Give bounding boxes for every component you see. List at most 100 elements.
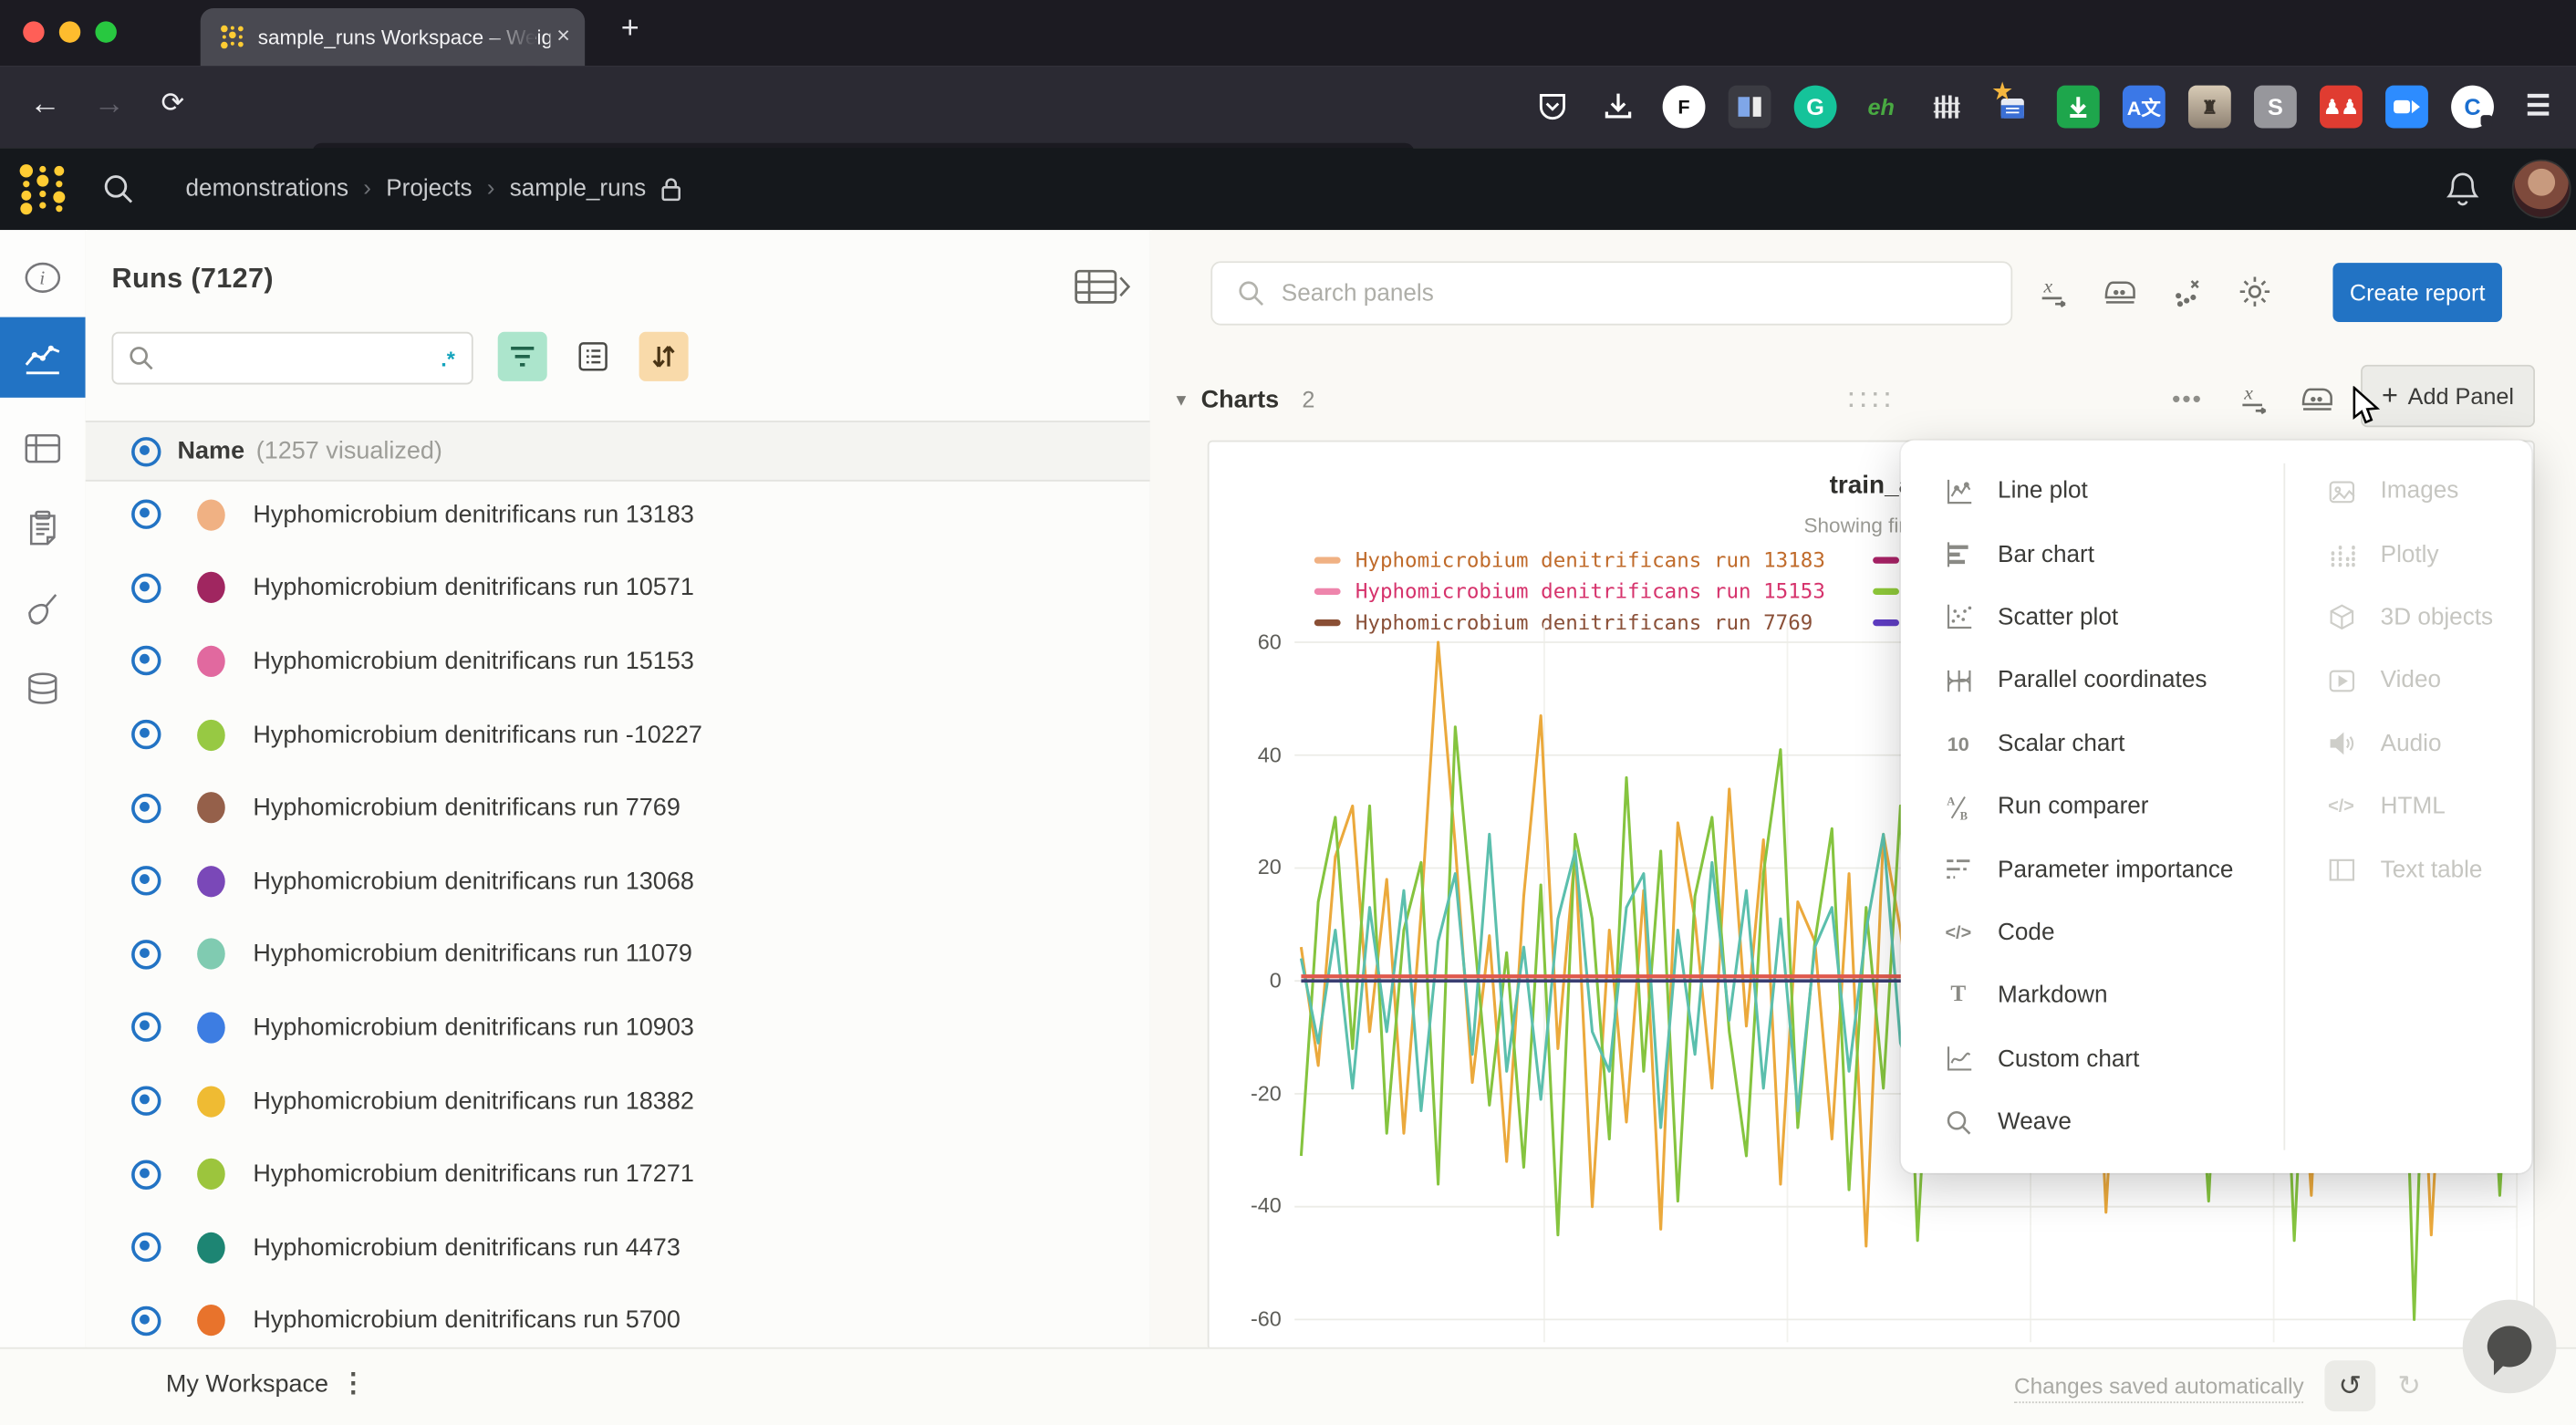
run-row[interactable]: Hyphomicrobium denitrificans run 13068 <box>86 845 1150 918</box>
menu-item-parallel-coordinates[interactable]: Parallel coordinates <box>1901 650 2284 712</box>
run-visibility-eye-icon[interactable] <box>131 793 161 822</box>
filter-button[interactable] <box>498 332 547 381</box>
mac-minimize-button[interactable] <box>59 21 80 42</box>
run-name[interactable]: Hyphomicrobium denitrificans run -10227 <box>253 721 702 749</box>
menu-item-weave[interactable]: Weave <box>1901 1091 2284 1154</box>
new-tab-button[interactable]: + <box>621 12 639 48</box>
chat-support-button[interactable] <box>2463 1300 2557 1394</box>
menu-item-line-plot[interactable]: Line plot <box>1901 460 2284 523</box>
eh-extension-icon[interactable]: eh <box>1860 86 1903 129</box>
pocket-extension-icon[interactable] <box>1532 86 1574 129</box>
outliers-icon[interactable] <box>2172 276 2205 308</box>
workspace-name[interactable]: My Workspace <box>166 1370 328 1399</box>
download-extension-icon[interactable] <box>1597 86 1640 129</box>
workspace-settings-gear-icon[interactable] <box>2238 275 2272 309</box>
run-visibility-eye-icon[interactable] <box>131 1306 161 1336</box>
run-name[interactable]: Hyphomicrobium denitrificans run 7769 <box>253 794 680 822</box>
runs-search-input[interactable]: .* <box>111 332 473 385</box>
rail-reports-item[interactable] <box>0 488 86 568</box>
undo-button[interactable]: ↺ <box>2324 1360 2375 1411</box>
translate-extension-icon[interactable]: A文 <box>2123 86 2166 129</box>
smoothing-iron-icon[interactable] <box>2103 276 2139 308</box>
run-name[interactable]: Hyphomicrobium denitrificans run 5700 <box>253 1306 680 1335</box>
menu-item-parameter-importance[interactable]: Parameter importance <box>1901 838 2284 901</box>
video-call-extension-icon[interactable] <box>2385 86 2428 129</box>
run-name[interactable]: Hyphomicrobium denitrificans run 13183 <box>253 501 694 529</box>
menu-item-bar-chart[interactable]: Bar chart <box>1901 523 2284 586</box>
menu-item-code[interactable]: </>Code <box>1901 901 2284 964</box>
run-row[interactable]: Hyphomicrobium denitrificans run 11079 <box>86 918 1150 991</box>
run-visibility-eye-icon[interactable] <box>131 1160 161 1189</box>
rail-table-item[interactable] <box>0 408 86 488</box>
sort-button[interactable] <box>639 332 689 381</box>
create-report-button[interactable]: Create report <box>2332 263 2502 322</box>
stamp-extension-icon[interactable]: ♜ <box>2188 86 2231 129</box>
legend-entry[interactable]: Hyphomicrobium denitrificans run 13183 <box>1314 544 1825 575</box>
group-button[interactable] <box>568 332 618 381</box>
menu-item-run-comparer[interactable]: ABRun comparer <box>1901 775 2284 838</box>
header-search-icon[interactable] <box>102 172 135 205</box>
reload-button[interactable]: ⟳ <box>161 87 184 120</box>
run-visibility-eye-icon[interactable] <box>131 500 161 529</box>
section-x-axis-icon[interactable]: x <box>2238 383 2270 416</box>
run-row[interactable]: Hyphomicrobium denitrificans run -10227 <box>86 698 1150 771</box>
menu-item-scatter-plot[interactable]: Scatter plot <box>1901 587 2284 650</box>
section-title[interactable]: Charts <box>1201 385 1280 413</box>
browser-tab[interactable]: sample_runs Workspace – Weig × <box>201 8 585 66</box>
run-row[interactable]: Hyphomicrobium denitrificans run 10571 <box>86 551 1150 624</box>
run-row[interactable]: Hyphomicrobium denitrificans run 10903 <box>86 991 1150 1064</box>
section-drag-handle[interactable]: ········ <box>1848 388 1896 411</box>
run-name[interactable]: Hyphomicrobium denitrificans run 15153 <box>253 648 694 676</box>
legend-entry[interactable]: Hyphomicrobium denitrificans run 15153 <box>1314 575 1825 606</box>
run-visibility-eye-icon[interactable] <box>131 1013 161 1042</box>
s-app-extension-icon[interactable]: S <box>2254 86 2297 129</box>
run-row[interactable]: Hyphomicrobium denitrificans run 13183 <box>86 478 1150 551</box>
run-row[interactable]: Hyphomicrobium denitrificans run 5700 <box>86 1285 1150 1347</box>
run-visibility-eye-icon[interactable] <box>131 1087 161 1116</box>
workspace-kebab-icon[interactable]: ⋮ <box>340 1367 367 1399</box>
fence-extension-icon[interactable] <box>1926 86 1968 129</box>
section-collapse-chevron-icon[interactable]: ▾ <box>1177 388 1187 411</box>
search-panels-input[interactable]: Search panels <box>1210 261 2012 325</box>
menu-item-custom-chart[interactable]: Custom chart <box>1901 1028 2284 1091</box>
add-panel-button[interactable]: + Add Panel <box>2361 365 2535 427</box>
visibility-all-eye-icon[interactable] <box>131 436 161 465</box>
mac-zoom-button[interactable] <box>95 21 116 42</box>
run-visibility-eye-icon[interactable] <box>131 573 161 602</box>
run-row[interactable]: Hyphomicrobium denitrificans run 17271 <box>86 1138 1150 1211</box>
run-row[interactable]: Hyphomicrobium denitrificans run 7769 <box>86 771 1150 844</box>
run-visibility-eye-icon[interactable] <box>131 647 161 676</box>
rail-artifacts-item[interactable] <box>0 649 86 729</box>
section-smoothing-iron-icon[interactable] <box>2300 383 2336 416</box>
regex-toggle[interactable]: .* <box>441 346 455 370</box>
run-row[interactable]: Hyphomicrobium denitrificans run 18382 <box>86 1065 1150 1138</box>
menu-item-scalar-chart[interactable]: 10Scalar chart <box>1901 712 2284 775</box>
facebook-container-icon[interactable]: F <box>1663 86 1706 129</box>
breadcrumb-project[interactable]: sample_runs <box>510 176 647 203</box>
split-panels-extension-icon[interactable] <box>1729 86 1771 129</box>
run-name[interactable]: Hyphomicrobium denitrificans run 13068 <box>253 868 694 896</box>
video-downloader-extension-icon[interactable] <box>2057 86 2100 129</box>
redo-button[interactable]: ↻ <box>2384 1360 2435 1411</box>
forward-button[interactable]: → <box>94 87 125 123</box>
run-name[interactable]: Hyphomicrobium denitrificans run 10571 <box>253 574 694 602</box>
tab-close-icon[interactable]: × <box>556 21 570 47</box>
rail-overview-item[interactable]: i <box>0 236 86 317</box>
menu-item-markdown[interactable]: TMarkdown <box>1901 964 2284 1027</box>
run-name[interactable]: Hyphomicrobium denitrificans run 18382 <box>253 1087 694 1115</box>
breadcrumb-projects[interactable]: Projects <box>386 176 472 203</box>
section-more-menu-icon[interactable]: ••• <box>2172 385 2203 413</box>
back-button[interactable]: ← <box>29 87 60 123</box>
run-row[interactable]: Hyphomicrobium denitrificans run 4473 <box>86 1211 1150 1284</box>
run-visibility-eye-icon[interactable] <box>131 720 161 749</box>
run-visibility-eye-icon[interactable] <box>131 1233 161 1262</box>
mendeley-extension-icon[interactable]: ♟♟ <box>2320 86 2363 129</box>
calendar-star-extension-icon[interactable]: ★ <box>1991 86 2034 129</box>
privacy-lock-extension-icon[interactable]: C <box>2451 86 2494 129</box>
x-axis-settings-icon[interactable]: x <box>2037 276 2070 308</box>
run-visibility-eye-icon[interactable] <box>131 940 161 969</box>
run-visibility-eye-icon[interactable] <box>131 867 161 896</box>
name-column-header[interactable]: Name <box>178 437 245 465</box>
breadcrumb-entity[interactable]: demonstrations <box>186 176 349 203</box>
notifications-bell-icon[interactable] <box>2445 170 2481 209</box>
